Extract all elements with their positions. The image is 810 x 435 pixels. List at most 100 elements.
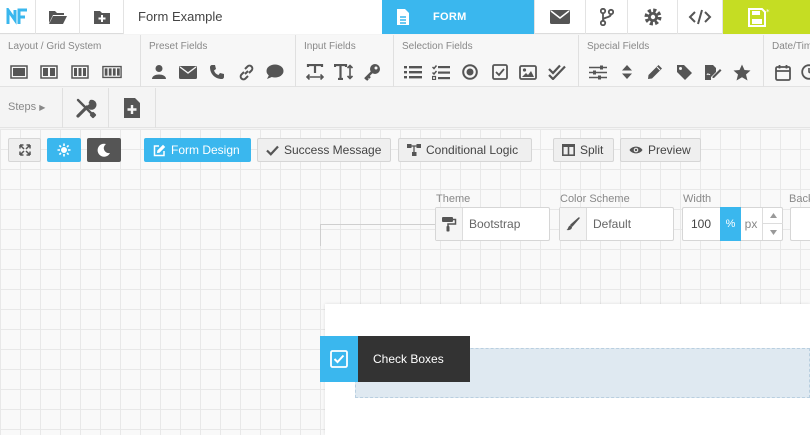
gear-icon <box>644 8 661 26</box>
new-form-button[interactable] <box>80 0 124 34</box>
check-square-icon <box>330 350 348 368</box>
theme-value: Bootstrap <box>469 217 521 231</box>
unit-percent-toggle[interactable]: % <box>720 207 741 241</box>
field-toolbar: Layout / Grid System Preset Fields Input… <box>0 35 810 87</box>
number-field-button[interactable] <box>617 62 637 82</box>
group-date-time: Date/Tim <box>764 35 810 87</box>
steps-label[interactable]: Steps ▶ <box>8 101 45 113</box>
tag-icon <box>676 64 692 80</box>
conditional-logic-label: Conditional Logic <box>426 143 519 157</box>
conditional-logic-button[interactable]: Conditional Logic <box>398 138 532 162</box>
star-icon <box>733 64 751 80</box>
textarea-field-button[interactable] <box>334 62 354 82</box>
group-title: Layout / Grid System <box>8 41 102 52</box>
fullscreen-button[interactable] <box>8 138 41 162</box>
open-form-button[interactable] <box>36 0 80 34</box>
color-scheme-value: Default <box>593 217 632 231</box>
width-label: Width <box>683 193 712 205</box>
text-field-button[interactable] <box>305 62 325 82</box>
grid-4-col-button[interactable] <box>102 62 122 82</box>
sun-icon <box>57 143 71 157</box>
file-upload-field-button[interactable] <box>703 62 723 82</box>
svg-text:*: * <box>766 8 770 16</box>
step-settings-button[interactable] <box>62 88 108 128</box>
width-decrement-button[interactable] <box>763 224 783 240</box>
code-button[interactable] <box>678 0 723 34</box>
unit-px-toggle[interactable]: px <box>741 208 761 240</box>
password-field-button[interactable] <box>362 62 382 82</box>
group-special-fields: Special Fields <box>579 35 764 87</box>
phone-field-button[interactable] <box>207 62 227 82</box>
form-design-label: Form Design <box>171 143 240 157</box>
theme-label: Theme <box>436 193 471 205</box>
name-field-button[interactable] <box>149 62 169 82</box>
group-title: Selection Fields <box>402 41 473 52</box>
workflow-button[interactable] <box>586 0 628 34</box>
sitemap-icon <box>407 144 421 156</box>
grid-four-columns-icon <box>102 65 122 79</box>
pencil-icon <box>648 65 662 79</box>
preview-button[interactable]: Preview <box>620 138 701 162</box>
code-branch-icon <box>599 8 614 26</box>
steps-label-text: Steps <box>8 101 37 113</box>
group-input-fields: Input Fields <box>296 35 394 87</box>
group-title: Preset Fields <box>149 41 208 52</box>
matrix-field-button[interactable] <box>547 62 567 82</box>
form-design-button[interactable]: Form Design <box>144 138 251 162</box>
dropdown-field-button[interactable] <box>403 62 423 82</box>
check-icon <box>266 145 279 156</box>
check-square-icon <box>492 64 508 80</box>
success-message-label: Success Message <box>284 143 382 157</box>
width-input[interactable]: 100 <box>691 208 711 240</box>
background-control[interactable] <box>790 207 810 241</box>
caret-up-icon <box>769 213 777 218</box>
folder-open-icon <box>48 11 67 24</box>
success-message-button[interactable]: Success Message <box>257 138 391 162</box>
steps-bar: Steps ▶ <box>0 88 810 128</box>
field-chip-icon-box[interactable] <box>320 336 358 382</box>
preview-label: Preview <box>648 143 691 157</box>
grid-2-col-button[interactable] <box>39 62 59 82</box>
tab-form-label: FORM <box>433 11 467 23</box>
add-step-button[interactable] <box>108 88 156 128</box>
time-field-button[interactable] <box>799 62 810 82</box>
split-view-button[interactable]: Split <box>553 138 614 162</box>
check-boxes-field-chip[interactable]: Check Boxes <box>358 336 470 382</box>
hidden-field-button[interactable] <box>674 62 694 82</box>
form-name-field[interactable]: Form Example <box>124 0 382 34</box>
dot-circle-icon <box>462 64 478 80</box>
width-increment-button[interactable] <box>763 208 783 224</box>
group-title: Input Fields <box>304 41 356 52</box>
connector-line-vertical <box>320 224 321 246</box>
date-field-button[interactable] <box>773 62 793 82</box>
url-field-button[interactable] <box>236 62 256 82</box>
dark-mode-button[interactable] <box>87 138 121 162</box>
image-choice-field-button[interactable] <box>518 62 538 82</box>
expand-icon <box>18 144 31 156</box>
comment-field-button[interactable] <box>265 62 285 82</box>
tools-icon <box>75 98 96 119</box>
radio-field-button[interactable] <box>460 62 480 82</box>
color-scheme-select[interactable]: Default <box>559 207 674 241</box>
app-logo[interactable] <box>0 0 36 34</box>
email-field-button[interactable] <box>178 62 198 82</box>
width-stepper <box>762 208 783 240</box>
image-icon <box>519 64 537 80</box>
checkbox-field-button[interactable] <box>490 62 510 82</box>
tab-form[interactable]: FORM <box>382 0 534 34</box>
multi-select-field-button[interactable] <box>431 62 451 82</box>
light-mode-button[interactable] <box>47 138 81 162</box>
theme-icon-box <box>436 208 463 240</box>
signature-field-button[interactable] <box>645 62 665 82</box>
save-button[interactable]: * <box>723 0 810 34</box>
group-layout-grid: Layout / Grid System <box>0 35 141 87</box>
settings-button[interactable] <box>628 0 678 34</box>
grid-3-col-button[interactable] <box>70 62 90 82</box>
rating-field-button[interactable] <box>732 62 752 82</box>
clock-icon <box>801 64 810 80</box>
nf-logo-icon <box>6 8 27 25</box>
theme-select[interactable]: Bootstrap <box>435 207 550 241</box>
email-button[interactable] <box>534 0 586 34</box>
grid-1-col-button[interactable] <box>9 62 29 82</box>
slider-field-button[interactable] <box>588 62 608 82</box>
